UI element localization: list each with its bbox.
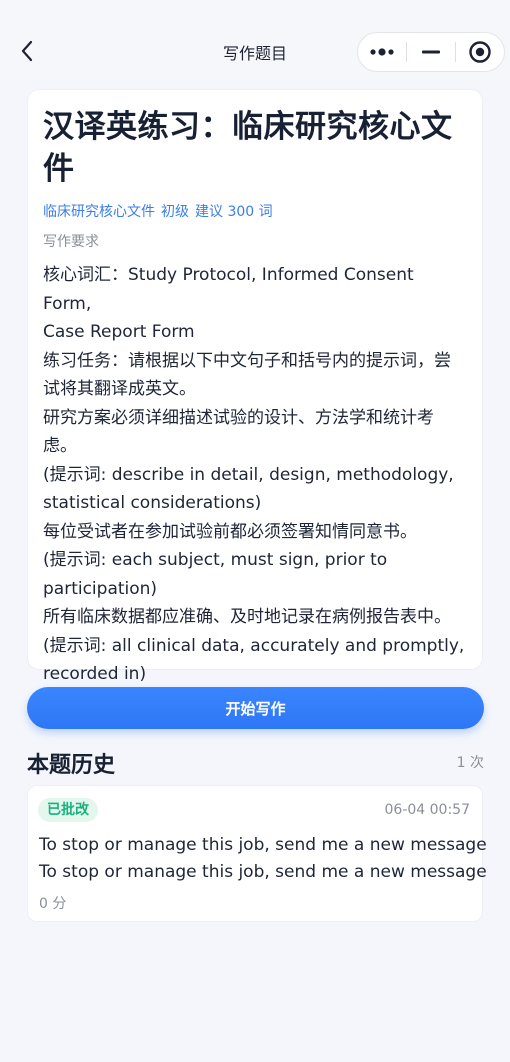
requirement-body: 核心词汇：Study Protocol, Informed Consent Fo… [43, 261, 467, 689]
more-button[interactable] [358, 33, 406, 71]
requirement-line: 所有临床数据都应准确、及时地记录在病例报告表中。 [43, 607, 451, 627]
requirement-line: participation) [43, 578, 158, 599]
more-dots-icon [370, 48, 394, 56]
history-count: 1 次 [456, 755, 484, 771]
requirement-line: 试将其翻译成英文。 [43, 379, 196, 399]
history-content-line: To stop or manage this job, send me a ne… [39, 835, 487, 855]
history-score: 0 分 [39, 896, 67, 912]
requirement-line: recorded in) [43, 664, 147, 684]
navigation-bar: 写作题目 [0, 0, 510, 80]
requirement-line: 每位受试者在参加试验前都必须签署知情同意书。 [43, 521, 417, 542]
mini-program-capsule [357, 32, 505, 72]
requirement-label: 写作要求 [43, 234, 99, 250]
requirement-line: statistical considerations) [43, 493, 262, 513]
requirement-line: (提示词: each subject, must sign, prior to [43, 550, 388, 570]
close-button[interactable] [456, 33, 504, 71]
requirement-line: 研究方案必须详细描述试验的设计、方法学和统计考 [43, 407, 434, 428]
prompt-meta: 临床研究核心文件 初级 建议 300 词 [43, 201, 467, 221]
requirement-line: (提示词: all clinical data, accurately and … [43, 635, 465, 656]
history-timestamp: 06-04 00:57 [384, 802, 470, 818]
history-title: 本题历史 [27, 753, 116, 778]
start-writing-button[interactable]: 开始写作 [27, 687, 484, 729]
meta-category: 临床研究核心文件 [43, 204, 155, 220]
history-content-line: To stop or manage this job, send me a ne… [39, 862, 487, 882]
meta-suggestion: 建议 300 词 [195, 204, 273, 220]
close-target-icon [469, 41, 491, 63]
requirement-line: 核心词汇：Study Protocol, Informed Consent Fo… [43, 265, 414, 314]
requirement-line: (提示词: describe in detail, design, method… [43, 464, 454, 485]
history-item[interactable]: 已批改 06-04 00:57 To stop or manage this j… [27, 785, 487, 922]
prompt-title: 汉译英练习：临床研究核心文件 [43, 109, 453, 187]
requirement-line: 练习任务：请根据以下中文句子和括号内的提示词，尝 [43, 350, 451, 371]
requirement-line: Case Report Form [43, 322, 195, 342]
prompt-card: 汉译英练习：临床研究核心文件 临床研究核心文件 初级 建议 300 词 写作要求 核… [27, 89, 483, 684]
meta-level: 初级 [161, 204, 189, 220]
requirement-line: 虑。 [43, 436, 77, 456]
status-badge: 已批改 [38, 798, 98, 822]
minimize-icon [422, 50, 440, 54]
minimize-button[interactable] [407, 33, 455, 71]
history-content: To stop or manage this job, send me a ne… [39, 832, 487, 886]
